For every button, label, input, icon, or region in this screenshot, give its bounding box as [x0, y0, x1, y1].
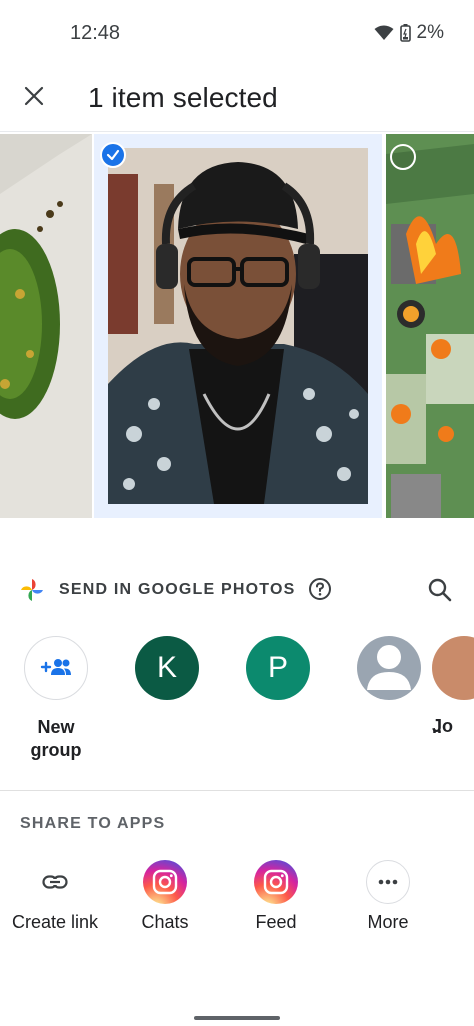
send-section-label: SEND IN GOOGLE PHOTOS	[59, 581, 296, 598]
person-icon	[357, 636, 421, 700]
avatar: K	[135, 636, 199, 700]
navigation-handle[interactable]	[194, 1016, 280, 1020]
share-section-label: SHARE TO APPS	[20, 815, 166, 832]
add-group-icon	[40, 651, 72, 685]
app-more[interactable]: More	[333, 860, 443, 933]
contact-name-truncated: ..	[432, 717, 443, 737]
battery-level: 2%	[416, 22, 444, 43]
photo-thumbnail-map[interactable]	[386, 134, 474, 518]
close-icon	[24, 86, 44, 111]
avatar	[432, 636, 474, 700]
status-bar: 12:48 2%	[0, 0, 474, 64]
avatar: P	[246, 636, 310, 700]
contact-new-group[interactable]: New group	[6, 636, 106, 762]
photo-strip[interactable]	[0, 134, 474, 520]
avatar	[357, 636, 421, 700]
google-photos-logo-icon	[20, 578, 44, 607]
link-icon	[33, 860, 77, 904]
app-chats[interactable]: Chats	[110, 860, 220, 933]
photo-thumbnail-food[interactable]	[0, 134, 92, 518]
contact-name: New group	[30, 717, 82, 760]
more-icon	[366, 860, 410, 904]
divider	[0, 131, 474, 132]
send-in-google-photos-row: SEND IN GOOGLE PHOTOS	[0, 566, 474, 614]
instagram-icon	[254, 860, 298, 904]
avatar	[24, 636, 88, 700]
instagram-icon	[143, 860, 187, 904]
contact-p[interactable]: P	[228, 636, 328, 700]
app-label: Feed	[255, 912, 297, 932]
battery-icon	[399, 24, 411, 42]
close-button[interactable]	[14, 78, 54, 118]
selected-check-icon[interactable]	[100, 142, 126, 168]
app-label: Create link	[11, 912, 99, 932]
unselected-circle-icon[interactable]	[390, 144, 416, 170]
status-icons: 2%	[374, 22, 444, 44]
app-label: Chats	[141, 912, 189, 932]
photo-thumbnail-person[interactable]	[94, 134, 382, 518]
divider	[0, 790, 474, 791]
wifi-icon	[374, 25, 394, 41]
status-time: 12:48	[70, 22, 121, 44]
app-label: More	[367, 912, 409, 932]
contact-k[interactable]: K	[117, 636, 217, 700]
search-icon[interactable]	[427, 577, 453, 603]
help-icon[interactable]	[308, 577, 332, 601]
app-feed[interactable]: Feed	[221, 860, 331, 933]
contact-unknown[interactable]	[339, 636, 439, 700]
apps-row: Create link Chats Feed More	[0, 860, 474, 940]
contacts-row: New group K P Jo	[0, 636, 474, 776]
page-title: 1 item selected	[88, 82, 278, 113]
app-create-link[interactable]: Create link	[0, 860, 110, 933]
top-bar: 1 item selected	[0, 64, 474, 130]
